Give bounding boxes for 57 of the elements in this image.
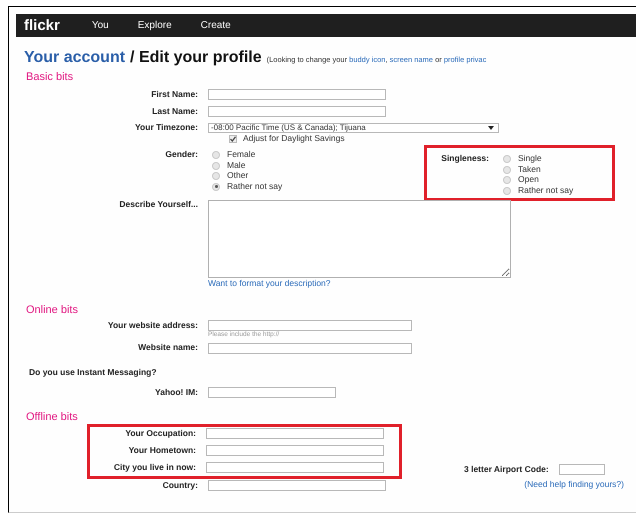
- question-text: Do you use Instant Messaging?: [29, 368, 158, 378]
- text-field[interactable]: [208, 320, 412, 332]
- nav-link[interactable]: Explore: [138, 20, 172, 32]
- checkbox[interactable]: [229, 134, 237, 143]
- radio-label: Male: [227, 160, 246, 170]
- checkbox-label: Adjust for Daylight Savings: [243, 134, 345, 144]
- radio-button[interactable]: [503, 186, 511, 195]
- text-field[interactable]: [208, 480, 386, 492]
- dropdown-arrow-icon: [488, 126, 494, 130]
- radio-label: Single: [518, 154, 542, 164]
- radio-button[interactable]: [212, 151, 220, 160]
- section-title: Online bits: [26, 304, 79, 316]
- radio-button[interactable]: [212, 172, 220, 180]
- radio-label: Female: [227, 150, 256, 160]
- field-label: Country:: [162, 480, 198, 490]
- text-field[interactable]: [208, 89, 386, 100]
- nav-link[interactable]: Create: [200, 20, 231, 32]
- field-label: Last Name:: [151, 106, 198, 116]
- breadcrumb-link[interactable]: Your account: [24, 49, 126, 68]
- field-label: Your Occupation:: [124, 428, 196, 438]
- text-field[interactable]: [206, 428, 384, 440]
- nav-link[interactable]: You: [92, 20, 109, 32]
- text-field[interactable]: [208, 342, 412, 354]
- section-title: Offline bits: [26, 411, 79, 424]
- logo[interactable]: flickr: [24, 18, 60, 33]
- radio-button[interactable]: [212, 162, 220, 170]
- field-label: Gender:: [164, 150, 198, 161]
- field-label: Your Hometown:: [128, 446, 196, 456]
- radio-button[interactable]: [503, 166, 511, 174]
- text-field[interactable]: [558, 464, 605, 476]
- text-field[interactable]: [206, 462, 384, 474]
- text-field[interactable]: [206, 445, 384, 456]
- radio-label: Rather not say: [518, 186, 574, 196]
- help-link[interactable]: (Need help finding yours?): [524, 480, 624, 490]
- radio-button[interactable]: [503, 155, 511, 164]
- radio-button[interactable]: [212, 182, 220, 191]
- field-label: Yahoo! IM:: [154, 388, 198, 398]
- section-title: Basic bits: [26, 71, 74, 84]
- radio-button[interactable]: [503, 176, 511, 184]
- description-field[interactable]: [208, 200, 511, 278]
- page-title: / Edit your profile: [130, 49, 262, 68]
- radio-label: Other: [227, 171, 248, 181]
- field-label: City you live in now:: [112, 462, 196, 472]
- field-label: 3 letter Airport Code:: [464, 464, 549, 474]
- field-label: Website name:: [137, 343, 198, 354]
- radio-label: Open: [518, 175, 539, 185]
- field-label: First Name:: [150, 90, 198, 100]
- format-link[interactable]: Want to format your description?: [208, 278, 636, 289]
- field-label: Your website address:: [106, 320, 198, 331]
- radio-label: Rather not say: [227, 182, 282, 192]
- text-field[interactable]: [208, 106, 386, 118]
- field-label: Your Timezone:: [134, 123, 198, 133]
- field-label: Describe Yourself...: [118, 200, 198, 211]
- radio-label: Taken: [518, 164, 541, 174]
- text-field[interactable]: [208, 387, 336, 398]
- field-label: Singleness:: [441, 154, 489, 165]
- timezone-select[interactable]: -08:00 Pacific Time (US & Canada); Tijuana: [208, 123, 499, 134]
